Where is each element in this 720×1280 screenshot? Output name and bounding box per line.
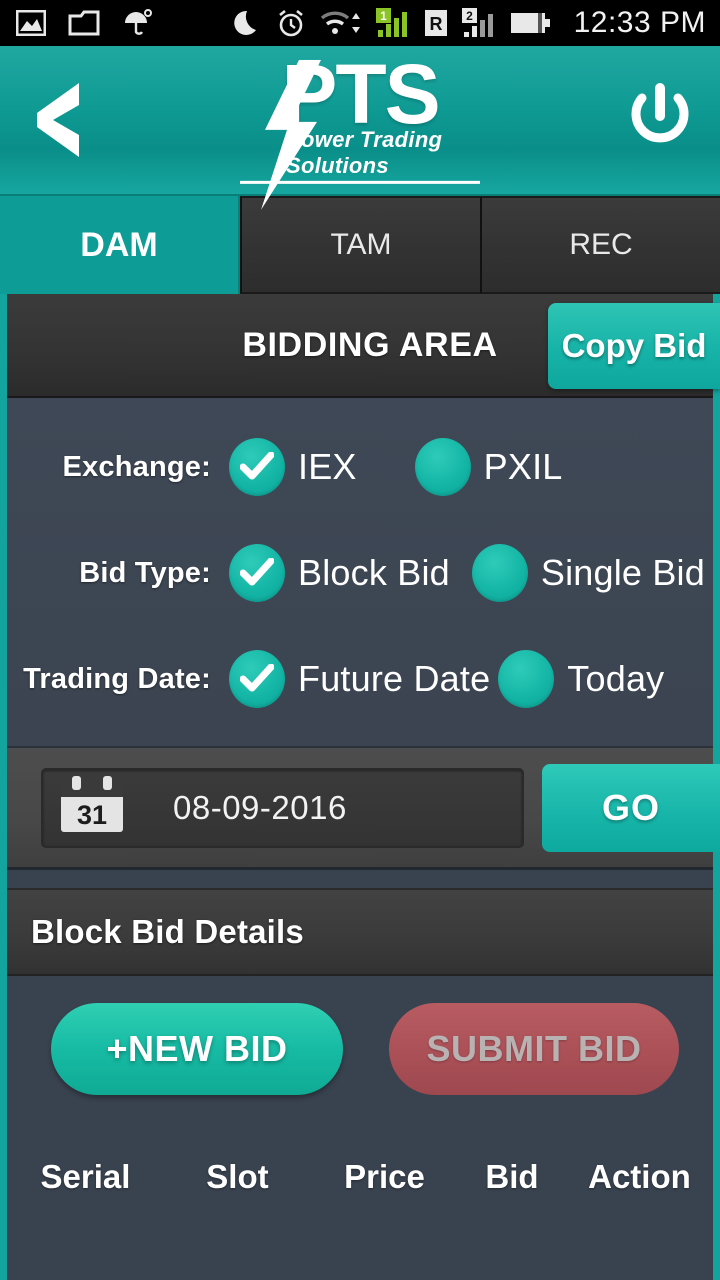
brand-logo: PTS Power Trading Solutions bbox=[120, 45, 600, 210]
tab-bar: DAM TAM REC bbox=[0, 196, 720, 294]
battery-icon bbox=[510, 13, 550, 33]
radio-trading-date-today-label: Today bbox=[567, 658, 665, 699]
calendar-icon[interactable]: 31 bbox=[55, 774, 129, 841]
submit-bid-label: SUBMIT BID bbox=[426, 1028, 642, 1069]
block-bid-details-title: Block Bid Details bbox=[31, 913, 304, 950]
roaming-icon: R bbox=[424, 10, 447, 36]
power-button[interactable] bbox=[600, 82, 720, 158]
go-button-label: GO bbox=[601, 786, 660, 828]
svg-text:R: R bbox=[429, 14, 442, 34]
tab-dam-label: DAM bbox=[80, 225, 158, 264]
radio-exchange-iex[interactable]: IEX bbox=[229, 438, 357, 496]
bid-options-panel: Exchange: IEX PXIL Bid Type: Block Bid S… bbox=[7, 398, 713, 748]
bidding-area-header: BIDDING AREA Copy Bid bbox=[7, 294, 720, 398]
status-bar-left-icons bbox=[16, 8, 152, 38]
radio-bid-type-single[interactable]: Single Bid bbox=[471, 544, 705, 602]
lightning-bolt-icon bbox=[261, 59, 322, 210]
content-frame: BIDDING AREA Copy Bid Exchange: IEX PXIL bbox=[0, 294, 720, 1280]
copy-bid-button[interactable]: Copy Bid bbox=[548, 303, 720, 389]
option-row-trading-date: Trading Date: Future Date Today bbox=[7, 626, 713, 732]
app-header: PTS Power Trading Solutions bbox=[0, 45, 720, 210]
column-header-price: Price bbox=[344, 1158, 425, 1195]
radio-exchange-iex-label: IEX bbox=[298, 446, 357, 487]
radio-exchange-pxil[interactable]: PXIL bbox=[414, 438, 563, 496]
submit-bid-button[interactable]: SUBMIT BID bbox=[389, 1003, 679, 1095]
section-spacer bbox=[7, 870, 713, 888]
tab-rec[interactable]: REC bbox=[480, 196, 720, 294]
go-button[interactable]: GO bbox=[542, 763, 720, 852]
back-button[interactable] bbox=[0, 79, 120, 161]
column-header-slot: Slot bbox=[206, 1158, 269, 1195]
radio-exchange-pxil-label: PXIL bbox=[483, 446, 563, 487]
tab-rec-label: REC bbox=[569, 228, 633, 261]
tab-dam[interactable]: DAM bbox=[0, 196, 240, 294]
date-selection-row: 31 08-09-2016 GO bbox=[7, 748, 720, 870]
folder-icon bbox=[68, 10, 100, 36]
tab-tam[interactable]: TAM bbox=[240, 196, 480, 294]
bid-table-header: Serial Slot Price Bid Action bbox=[7, 1122, 713, 1232]
tab-tam-label: TAM bbox=[330, 228, 392, 261]
trading-date-label: Trading Date: bbox=[23, 662, 211, 695]
signal-sim2-icon: 2 bbox=[461, 8, 493, 37]
svg-text:2: 2 bbox=[466, 9, 473, 23]
radio-bid-type-block-label: Block Bid bbox=[298, 552, 450, 593]
wifi-icon bbox=[320, 11, 360, 34]
radio-bid-type-block[interactable]: Block Bid bbox=[229, 544, 450, 602]
date-input[interactable]: 31 08-09-2016 bbox=[41, 767, 524, 848]
umbrella-icon bbox=[125, 9, 152, 35]
radio-empty-icon bbox=[471, 544, 528, 602]
signal-sim1-icon: 1 bbox=[375, 8, 407, 37]
moon-icon bbox=[233, 10, 256, 35]
date-value: 08-09-2016 bbox=[173, 788, 347, 826]
exchange-label: Exchange: bbox=[62, 450, 211, 483]
alarm-icon bbox=[278, 9, 303, 37]
back-chevron-icon bbox=[37, 83, 79, 157]
radio-trading-date-today[interactable]: Today bbox=[498, 650, 664, 708]
svg-text:1: 1 bbox=[380, 9, 387, 23]
column-header-serial: Serial bbox=[40, 1158, 131, 1195]
column-header-action: Action bbox=[588, 1158, 691, 1195]
bid-type-label: Bid Type: bbox=[79, 556, 211, 589]
power-icon bbox=[631, 83, 689, 143]
radio-trading-date-future[interactable]: Future Date bbox=[229, 650, 490, 708]
radio-checked-icon bbox=[229, 544, 285, 602]
bid-action-buttons: +NEW BID SUBMIT BID bbox=[7, 976, 713, 1122]
option-row-exchange: Exchange: IEX PXIL bbox=[7, 414, 713, 520]
new-bid-button[interactable]: +NEW BID bbox=[51, 1003, 343, 1095]
radio-empty-icon bbox=[498, 650, 555, 708]
radio-checked-icon bbox=[229, 438, 285, 496]
radio-empty-icon bbox=[414, 438, 471, 496]
status-bar-right-icons: 1 R 2 12:33 PM bbox=[233, 6, 706, 40]
status-bar: 1 R 2 12:33 PM bbox=[0, 0, 720, 46]
radio-trading-date-future-label: Future Date bbox=[298, 658, 491, 699]
column-header-bid: Bid bbox=[485, 1158, 539, 1195]
new-bid-label: +NEW BID bbox=[106, 1028, 288, 1069]
radio-checked-icon bbox=[229, 650, 285, 708]
radio-bid-type-single-label: Single Bid bbox=[540, 552, 705, 593]
svg-text:31: 31 bbox=[77, 800, 107, 830]
option-row-bid-type: Bid Type: Block Bid Single Bid bbox=[7, 520, 713, 626]
status-bar-clock: 12:33 PM bbox=[573, 6, 706, 39]
block-bid-details-header: Block Bid Details bbox=[7, 888, 713, 976]
image-icon bbox=[16, 10, 46, 36]
copy-bid-label: Copy Bid bbox=[561, 327, 707, 364]
app-screen: 1 R 2 12:33 PM PTS Power Trading Solutio… bbox=[0, 0, 720, 1280]
